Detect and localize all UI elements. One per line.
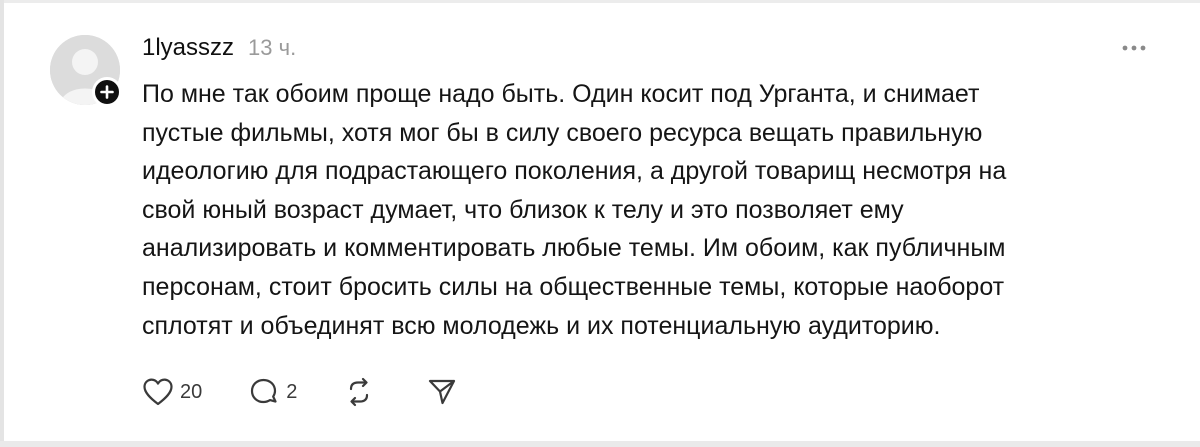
comment-icon xyxy=(251,378,277,404)
follow-button[interactable] xyxy=(92,77,122,107)
more-horizontal-icon[interactable] xyxy=(1120,40,1148,56)
repost-icon xyxy=(350,377,369,407)
post-header: 1lyasszz 13 ч. xyxy=(142,34,296,62)
reply-button[interactable]: 2 xyxy=(248,377,297,407)
thread-post: 1lyasszz 13 ч. По мне так обоим проще на… xyxy=(0,0,1200,447)
left-border xyxy=(0,0,4,447)
timestamp[interactable]: 13 ч. xyxy=(248,35,296,61)
share-button[interactable] xyxy=(427,377,457,407)
username-link[interactable]: 1lyasszz xyxy=(142,34,234,62)
send-icon xyxy=(429,379,456,405)
action-bar: 20 2 xyxy=(142,372,457,412)
like-button[interactable]: 20 xyxy=(142,377,202,407)
bottom-divider xyxy=(0,441,1200,447)
reply-count: 2 xyxy=(286,380,298,403)
like-count: 20 xyxy=(180,380,203,403)
plus-icon xyxy=(100,85,114,99)
repost-button[interactable] xyxy=(343,377,375,407)
post-text: По мне так обоим проще надо быть. Один к… xyxy=(142,80,1007,340)
top-border xyxy=(0,0,1200,3)
heart-icon xyxy=(143,378,173,406)
